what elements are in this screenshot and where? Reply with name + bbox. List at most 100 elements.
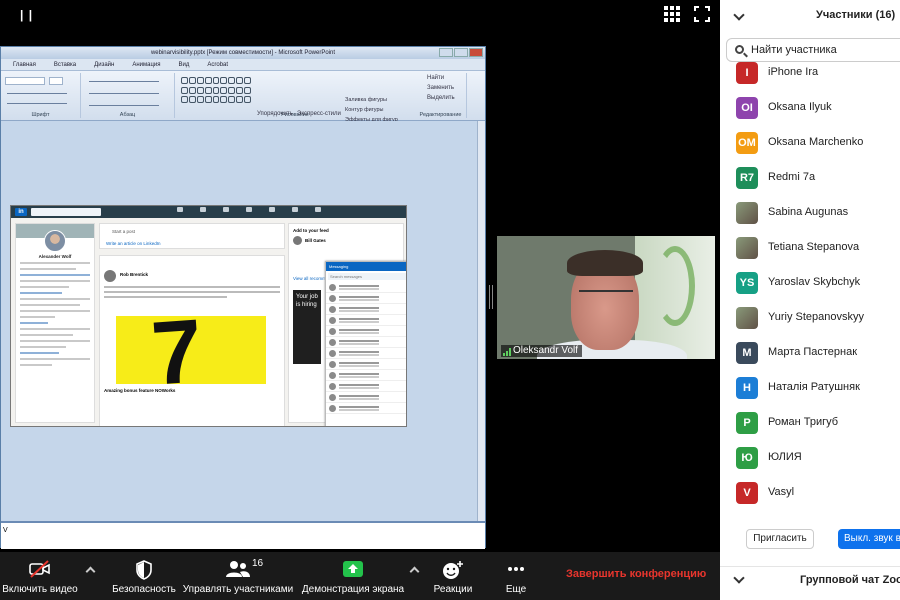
fullscreen-icon[interactable]	[693, 5, 711, 23]
ribbon-group-paragraph-label: Абзац	[119, 112, 136, 118]
presenter-name-tag: Oleksandr Volf	[501, 345, 583, 357]
participant-avatar: V	[736, 482, 758, 504]
chat-chevron-icon[interactable]	[734, 575, 744, 585]
group-chat-title: Групповой чат Zoom	[800, 574, 900, 586]
participants-count: 16	[252, 558, 264, 569]
linkedin-ad: Your job is hiring	[293, 290, 321, 364]
participant-avatar	[736, 307, 758, 329]
participant-name: Yaroslav Skybchyk	[768, 276, 861, 288]
participant-row[interactable]: Sabina Augunas	[720, 198, 900, 233]
participant-avatar: R7	[736, 167, 758, 189]
mute-all-button[interactable]: Выкл. звук всем	[838, 529, 900, 549]
participant-name: Роман Тригуб	[768, 416, 839, 428]
group-chat-header[interactable]: Групповой чат Zoom	[720, 566, 900, 596]
security-button[interactable]: Безопасность	[112, 558, 176, 598]
replace-button[interactable]: Заменить	[427, 85, 454, 91]
shape-fill-button[interactable]: Заливка фигуры	[345, 97, 387, 103]
notes-text: V	[3, 527, 8, 534]
participant-name: iPhone Ira	[768, 66, 819, 78]
ppt-menu-insert[interactable]: Вставка	[54, 59, 76, 70]
participant-list: IiPhone Ira OI Oksana Ilyuk OM Oksana Marche…	[720, 58, 900, 513]
more-button[interactable]: Еще	[496, 558, 536, 598]
linkedin-top-bar: in	[11, 206, 406, 218]
profile-name: Alexander Wolf	[38, 254, 72, 259]
ppt-menu-animation[interactable]: Анимация	[132, 59, 160, 70]
shapes-gallery[interactable]	[181, 77, 251, 105]
participant-row[interactable]: Р Роман Тригуб	[720, 408, 900, 443]
participant-avatar: OM	[736, 132, 758, 154]
profile-avatar	[44, 230, 66, 252]
linkedin-share-box: Start a post Write an article on LinkedI…	[99, 223, 285, 249]
find-button[interactable]: Найти	[427, 75, 444, 81]
select-button[interactable]: Выделить	[427, 95, 455, 101]
participant-row[interactable]: OI Oksana Ilyuk	[720, 93, 900, 128]
slide-linkedin-screenshot: in Alexander Wolf Start a post Write an …	[10, 205, 407, 427]
participant-avatar	[736, 237, 758, 259]
invite-button[interactable]: Пригласить	[746, 529, 814, 549]
participant-avatar: YS	[736, 272, 758, 294]
participant-avatar	[736, 202, 758, 224]
participant-name: Марта Пастернак	[768, 346, 858, 358]
participant-row[interactable]: V Vasyl	[720, 478, 900, 513]
share-screen-button[interactable]: Демонстрация экрана	[300, 558, 406, 598]
participant-name: Redmi 7a	[768, 171, 816, 183]
linkedin-feed: Start a post Write an article on LinkedI…	[99, 223, 285, 426]
participant-name: Наталія Ратушняк	[768, 381, 860, 393]
ppt-menu-design[interactable]: Дизайн	[94, 59, 114, 70]
feed-person-avatar	[293, 236, 302, 245]
manage-participants-button[interactable]: 16 Управлять участниками	[182, 558, 294, 598]
participant-row[interactable]: Yuriy Stepanovskyy	[720, 303, 900, 338]
shape-outline-button[interactable]: Контур фигуры	[345, 107, 383, 113]
participant-row[interactable]: Ю ЮЛИЯ	[720, 443, 900, 478]
post-image-seven: 7	[116, 316, 266, 384]
linkedin-logo: in	[15, 208, 27, 216]
stage-splitter-handle[interactable]	[489, 285, 493, 309]
ppt-notes-pane[interactable]: V	[1, 521, 485, 549]
participants-title: Участники (16)	[816, 9, 896, 21]
participant-avatar: Р	[736, 412, 758, 434]
participant-row[interactable]: R7 Redmi 7a	[720, 163, 900, 198]
collapse-chevron-icon[interactable]	[734, 12, 744, 22]
share-options-chevron-icon[interactable]	[410, 566, 420, 576]
zoom-meeting-window: | | webinarvisibility.pptx [Режим совмес…	[0, 0, 900, 600]
participant-row[interactable]: YS Yaroslav Skybchyk	[720, 268, 900, 303]
video-options-chevron-icon[interactable]	[86, 566, 96, 576]
video-off-icon	[29, 560, 50, 578]
participant-row[interactable]: Tetiana Stepanova	[720, 233, 900, 268]
start-video-label: Включить видео	[2, 584, 78, 595]
quick-styles-button[interactable]: Экспресс-стили	[297, 111, 341, 117]
gallery-view-icon[interactable]	[664, 6, 680, 22]
participant-row[interactable]: IiPhone Ira	[720, 58, 900, 93]
share-screen-label: Демонстрация экрана	[301, 584, 405, 595]
shield-icon	[136, 560, 152, 580]
participant-row[interactable]: М Марта Пастернак	[720, 338, 900, 373]
ribbon-group-font: Шрифт	[1, 73, 81, 118]
reactions-button[interactable]: Реакции	[428, 558, 478, 598]
feed-title: Add to your feed	[293, 228, 329, 233]
more-dots-icon	[508, 567, 524, 571]
participant-avatar: Ю	[736, 447, 758, 469]
participant-name: Sabina Augunas	[768, 206, 849, 218]
ribbon-group-font-label: Шрифт	[31, 112, 50, 118]
pause-share-icon[interactable]: | |	[20, 8, 33, 22]
ppt-menu-view[interactable]: Вид	[179, 59, 190, 70]
participant-row[interactable]: OM Oksana Marchenko	[720, 128, 900, 163]
end-meeting-button[interactable]: Завершить конференцию	[566, 568, 706, 580]
participant-name: Oksana Ilyuk	[768, 101, 832, 113]
linkedin-profile-card: Alexander Wolf	[15, 223, 95, 423]
ppt-menu-acrobat[interactable]: Acrobat	[207, 59, 228, 70]
more-label: Еще	[505, 584, 527, 595]
linkedin-search	[31, 208, 101, 216]
ribbon-group-editing-label: Редактирование	[419, 112, 462, 118]
start-video-button[interactable]: Включить видео	[0, 558, 80, 598]
ppt-title-bar: webinarvisibility.pptx [Режим совместимо…	[1, 47, 485, 59]
participant-row[interactable]: Н Наталія Ратушняк	[720, 373, 900, 408]
security-label: Безопасность	[112, 584, 176, 595]
arrange-button[interactable]: Упорядочить	[257, 111, 293, 117]
search-icon	[735, 45, 744, 54]
ppt-vertical-scrollbar[interactable]	[477, 121, 485, 521]
participant-avatar: М	[736, 342, 758, 364]
ppt-menu-home[interactable]: Главная	[13, 59, 36, 70]
messaging-search: Search messages	[328, 273, 406, 280]
presenter-video-tile[interactable]: Oleksandr Volf	[497, 236, 715, 359]
